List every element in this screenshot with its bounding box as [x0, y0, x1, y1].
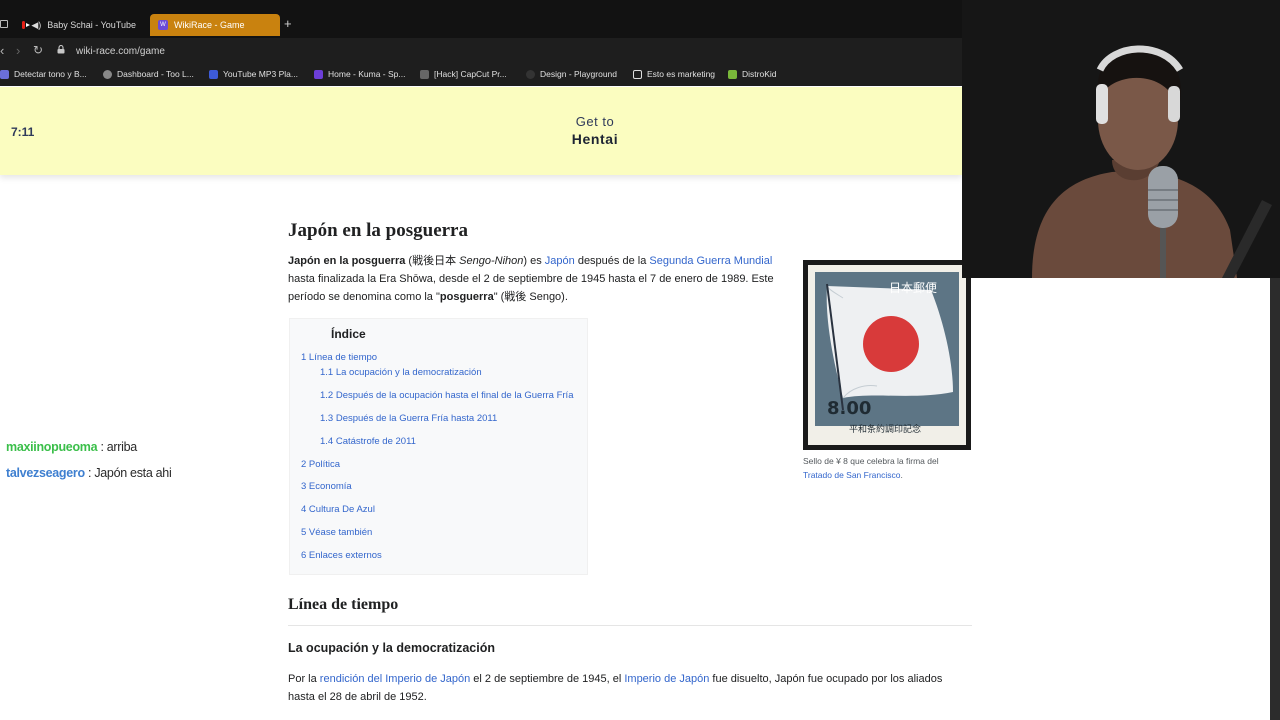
intro-line-2: hasta finalizada la Era Shōwa, desde el …: [288, 273, 774, 285]
bookmark-item[interactable]: Esto es marketing: [633, 69, 715, 79]
youtube-icon: [22, 21, 31, 29]
link-japon[interactable]: Japón: [545, 255, 575, 267]
webcam-overlay: [962, 0, 1280, 278]
tab-title: WikiRace - Game: [174, 20, 245, 30]
chat-message: maxiinopueoma : arriba: [6, 440, 137, 454]
intro-bold-posguerra: posguerra: [439, 291, 494, 303]
f-icon: [209, 69, 218, 79]
kuma-icon: [314, 69, 323, 79]
para2-line-2: hasta el 28 de abril de 1952.: [288, 691, 427, 703]
toc-item[interactable]: 1.4 Catástrofe de 2011: [320, 436, 416, 447]
speaker-icon: ◀): [31, 19, 42, 30]
intro-text: ) es: [523, 255, 545, 267]
chat-message: talvezseagero : Japón esta ahi: [6, 466, 172, 480]
tab-youtube[interactable]: ◀) Baby Schai - YouTube: [14, 14, 144, 36]
bookmark-label: Esto es marketing: [647, 69, 716, 79]
link-rendicion[interactable]: rendición del Imperio de Japón: [320, 673, 470, 685]
link-imperio-de-japon[interactable]: Imperio de Japón: [624, 673, 709, 685]
doc-icon: [633, 69, 642, 79]
bookmark-label: Home - Kuma - Sp...: [328, 69, 406, 79]
table-of-contents: Índice 1 Línea de tiempo 1.1 La ocupació…: [289, 318, 588, 575]
chat-username: talvezseagero: [6, 466, 85, 480]
forward-icon[interactable]: ›: [16, 43, 20, 58]
toc-title: Índice: [331, 327, 366, 341]
bookmark-label: YouTube MP3 Pla...: [223, 69, 298, 79]
intro-text: (戦後日本: [405, 255, 460, 267]
toc-item[interactable]: 1.1 La ocupación y la democratización: [320, 367, 482, 378]
scrollbar[interactable]: [1270, 278, 1280, 720]
intro-romaji: Sengo-Nihon: [459, 255, 524, 267]
bookmark-label: Design - Playground: [540, 69, 618, 79]
chat-text: : Japón esta ahi: [84, 466, 172, 480]
stamp-top-text: 日本郵便: [889, 281, 937, 295]
chat-username: maxiinopueoma: [6, 440, 98, 454]
distrokid-icon: [728, 69, 737, 79]
chat-text: : arriba: [97, 440, 137, 454]
bookmark-item[interactable]: [Hack] CapCut Pr...: [420, 69, 507, 79]
intro-text: " (戦後 Sengo).: [493, 291, 568, 303]
figure-caption: Sello de ¥ 8 que celebra la firma del Tra…: [803, 454, 973, 482]
stamp-bottom-text: 平和条約調印記念: [849, 423, 921, 435]
toc-item[interactable]: 1.2 Después de la ocupación hasta el fin…: [320, 390, 574, 401]
lock-icon: [57, 45, 65, 54]
para-text: Por la: [288, 673, 320, 685]
stamp-image[interactable]: 日本郵便 8.00 平和条約調印記念: [803, 260, 971, 450]
new-tab-button[interactable]: +: [284, 16, 292, 31]
section-heading-timeline: Línea de tiempo: [288, 596, 399, 613]
bookmarks-bar: Detectar tono y B... Dashboard - Too L..…: [0, 64, 962, 86]
toc-item[interactable]: 3 Economía: [301, 481, 352, 492]
para2-line-1: Por la rendición del Imperio de Japón el…: [288, 670, 942, 688]
toc-item[interactable]: 4 Cultura De Azul: [301, 504, 375, 515]
caption-text: .: [900, 470, 903, 480]
intro-text: período se denomina como la ": [288, 291, 440, 303]
bookmark-item[interactable]: Detectar tono y B...: [0, 69, 87, 79]
toc-item[interactable]: 1.3 Después de la Guerra Fría hasta 2011: [320, 413, 497, 424]
url-field[interactable]: wiki-race.com/game: [76, 46, 165, 57]
toc-item[interactable]: 6 Enlaces externos: [301, 550, 382, 561]
browser-tab-bar: ◀) Baby Schai - YouTube W WikiRace - Gam…: [0, 0, 962, 38]
section-divider: [288, 625, 972, 626]
toc-item[interactable]: 2 Política: [301, 459, 340, 470]
tab-sidebar-icon[interactable]: [0, 20, 8, 28]
capcut-icon: [420, 69, 429, 79]
v-icon: [0, 69, 9, 79]
intro-line-1: Japón en la posguerra (戦後日本 Sengo-Nihon)…: [288, 252, 788, 270]
article-title: Japón en la posguerra: [288, 220, 468, 241]
para-text: el 2 de septiembre de 1945, el: [470, 673, 625, 685]
intro-text: después de la: [574, 255, 650, 267]
bookmark-item[interactable]: Dashboard - Too L...: [103, 69, 194, 79]
plug-icon: [103, 69, 112, 79]
tab-wikirace[interactable]: W WikiRace - Game: [150, 14, 280, 36]
bookmark-item[interactable]: Design - Playground: [526, 69, 617, 79]
intro-line-3: período se denomina como la "posguerra" …: [288, 288, 568, 306]
back-icon[interactable]: ‹: [0, 43, 4, 58]
stamp-value: 8.00: [827, 398, 871, 419]
wikirace-icon: W: [158, 20, 168, 30]
tab-title: Baby Schai - YouTube: [47, 20, 136, 30]
link-tratado-san-francisco[interactable]: Tratado de San Francisco: [803, 470, 900, 480]
caption-text: Sello de ¥ 8 que celebra la firma del: [803, 456, 939, 466]
toc-item[interactable]: 5 Véase también: [301, 527, 372, 538]
bookmark-item[interactable]: DistroKid: [728, 69, 776, 79]
bookmark-label: [Hack] CapCut Pr...: [434, 69, 507, 79]
para-text: fue disuelto, Japón fue ocupado por los …: [709, 673, 943, 685]
bookmark-label: Dashboard - Too L...: [117, 69, 194, 79]
bookmark-item[interactable]: Home - Kuma - Sp...: [314, 69, 405, 79]
bookmark-label: Detectar tono y B...: [14, 69, 87, 79]
bookmark-label: DistroKid: [742, 69, 777, 79]
playground-icon: [526, 69, 535, 79]
toc-item[interactable]: 1 Línea de tiempo: [301, 352, 377, 363]
reload-icon[interactable]: ↻: [33, 43, 43, 57]
link-segunda-guerra-mundial[interactable]: Segunda Guerra Mundial: [649, 255, 772, 267]
intro-bold-title: Japón en la posguerra: [288, 255, 406, 267]
bookmark-item[interactable]: YouTube MP3 Pla...: [209, 69, 298, 79]
subsection-heading: La ocupación y la democratización: [288, 641, 496, 655]
